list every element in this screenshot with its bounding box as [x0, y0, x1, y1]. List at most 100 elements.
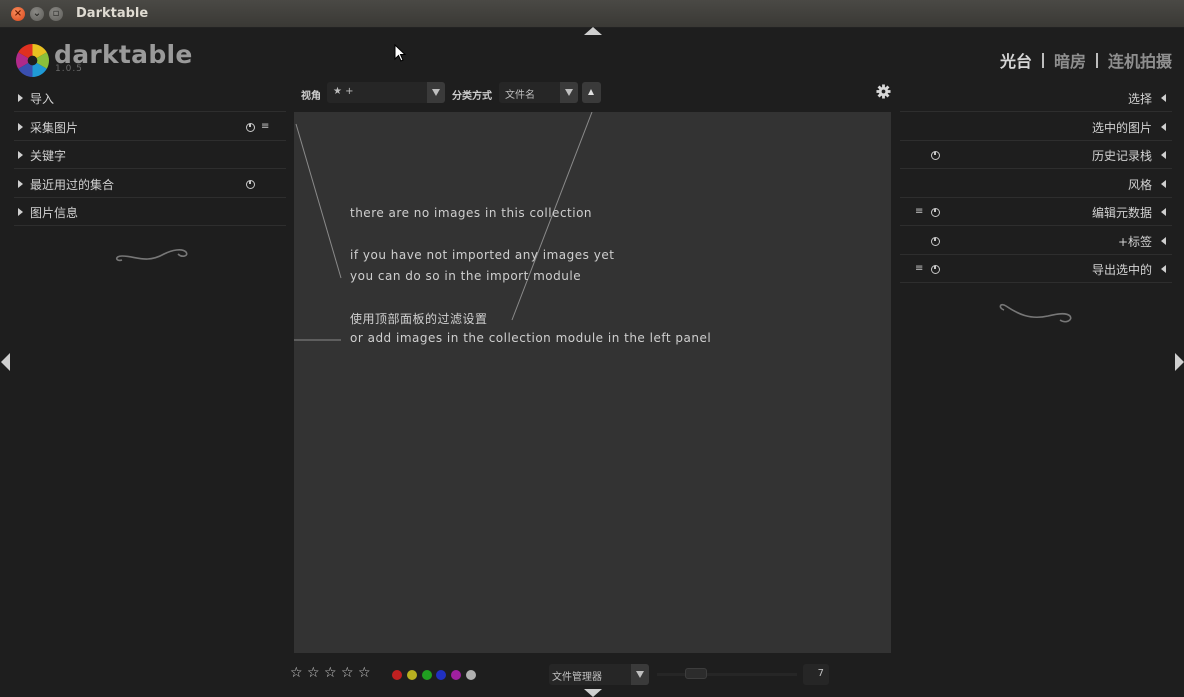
- dropdown-arrow-icon: [427, 82, 445, 103]
- module-label: 采集图片: [30, 121, 79, 135]
- color-label-green-dot[interactable]: [422, 670, 432, 680]
- layout-value: 文件管理器: [552, 672, 602, 683]
- reset-icon[interactable]: [246, 123, 255, 132]
- color-label-clear-dot[interactable]: [466, 670, 476, 680]
- module-label: 选中的图片: [1091, 121, 1152, 135]
- message-line: there are no images in this collection: [350, 206, 593, 220]
- message-line: you can do so in the import module: [350, 269, 582, 283]
- panel-end-flourish-icon: [999, 303, 1072, 323]
- star-rating-icon[interactable]: ☆: [324, 666, 337, 680]
- darktable-logo-icon: [15, 43, 50, 78]
- module-image-information[interactable]: 图片信息: [14, 198, 286, 226]
- message-line: or add images in the collection module i…: [350, 331, 712, 345]
- star-rating-icon[interactable]: ☆: [290, 666, 303, 680]
- view-darkroom-tab[interactable]: 暗房: [1054, 48, 1086, 72]
- module-styles[interactable]: 风格: [900, 170, 1172, 198]
- star-rating-icon[interactable]: ☆: [307, 666, 320, 680]
- reset-icon[interactable]: [931, 237, 940, 246]
- collapse-bottom-panel-arrow-icon[interactable]: [584, 689, 602, 697]
- layout-combobox[interactable]: 文件管理器: [549, 664, 649, 685]
- window-maximize-button[interactable]: ▫: [49, 7, 63, 21]
- expand-triangle-icon: [18, 151, 23, 159]
- expand-triangle-icon: [1161, 208, 1166, 216]
- view-separator: [1041, 52, 1044, 68]
- bottom-toolbar: ☆ ☆ ☆ ☆ ☆ 文件管理器 7: [290, 664, 890, 686]
- expand-triangle-icon: [1161, 94, 1166, 102]
- zoom-slider[interactable]: [657, 673, 797, 676]
- module-metadata-editor[interactable]: ≡ 编辑元数据: [900, 198, 1172, 226]
- module-label: 关键字: [30, 149, 67, 163]
- module-recent-collections[interactable]: 最近用过的集合: [14, 170, 286, 198]
- view-separator: [1095, 52, 1098, 68]
- expand-triangle-icon: [1161, 237, 1166, 245]
- module-history-stack[interactable]: 历史记录栈: [900, 141, 1172, 169]
- view-lighttable-tab[interactable]: 光台: [1000, 48, 1032, 72]
- message-line: 使用顶部面板的过滤设置: [350, 312, 488, 326]
- sort-value: 文件名: [505, 90, 535, 101]
- sort-direction-button[interactable]: [582, 82, 601, 103]
- view-tethering-tab[interactable]: 连机拍摄: [1108, 48, 1172, 72]
- view-switcher: 光台 暗房 连机拍摄: [1000, 48, 1172, 72]
- expand-triangle-icon: [18, 208, 23, 216]
- reset-icon[interactable]: [931, 265, 940, 274]
- module-export-selected[interactable]: ≡ 导出选中的: [900, 255, 1172, 283]
- collapse-left-panel-arrow-icon[interactable]: [1, 353, 10, 371]
- module-tagging-right[interactable]: +标签: [900, 227, 1172, 255]
- dropdown-arrow-icon: [560, 82, 578, 103]
- zoom-slider-handle[interactable]: [685, 668, 707, 679]
- reset-icon[interactable]: [246, 180, 255, 189]
- module-label: 风格: [1127, 178, 1152, 192]
- rating-filter-combobox[interactable]: ★ +: [327, 82, 445, 103]
- presets-icon[interactable]: ≡: [261, 121, 269, 133]
- zoom-entry[interactable]: 7: [803, 664, 829, 685]
- presets-icon[interactable]: ≡: [915, 263, 923, 275]
- sort-combobox[interactable]: 文件名: [499, 82, 578, 103]
- color-label-yellow-dot[interactable]: [407, 670, 417, 680]
- star-rating-icon[interactable]: ☆: [341, 666, 354, 680]
- module-import[interactable]: 导入: [14, 84, 286, 112]
- module-label: 编辑元数据: [1091, 206, 1152, 220]
- collapse-top-panel-arrow-icon[interactable]: [584, 27, 602, 35]
- rating-filter-value: ★ +: [333, 86, 354, 97]
- expand-triangle-icon: [1161, 180, 1166, 188]
- window-minimize-button[interactable]: ⌄: [30, 7, 44, 21]
- star-rating-icon[interactable]: ☆: [358, 666, 371, 680]
- window-title: Darktable: [76, 6, 149, 21]
- module-label: +标签: [1117, 235, 1152, 249]
- reset-icon[interactable]: [931, 208, 940, 217]
- color-label-purple-dot[interactable]: [451, 670, 461, 680]
- hint-lines: [294, 112, 593, 341]
- module-label: 图片信息: [30, 206, 79, 220]
- expand-triangle-icon: [1161, 265, 1166, 273]
- module-select[interactable]: 选择: [900, 84, 1172, 112]
- view-filter-label: 视角: [301, 91, 321, 102]
- color-label-blue-dot[interactable]: [436, 670, 446, 680]
- reset-icon[interactable]: [931, 151, 940, 160]
- module-label: 选择: [1127, 92, 1152, 106]
- module-label: 导出选中的: [1091, 263, 1152, 277]
- panel-end-flourish-icon: [115, 249, 188, 262]
- window-titlebar: × ⌄ ▫ Darktable: [0, 0, 1184, 28]
- module-tagging[interactable]: 关键字: [14, 141, 286, 169]
- expand-triangle-icon: [18, 94, 23, 102]
- sort-label: 分类方式: [452, 91, 492, 102]
- message-line: if you have not imported any images yet: [350, 248, 615, 262]
- module-selected-images[interactable]: 选中的图片: [900, 113, 1172, 141]
- version-label: 1.0.5: [55, 64, 83, 74]
- expand-triangle-icon: [1161, 151, 1166, 159]
- module-label: 导入: [30, 92, 55, 106]
- gear-icon[interactable]: [876, 84, 891, 99]
- top-filter-bar: 视角 ★ + 分类方式 文件名: [294, 80, 894, 106]
- module-label: 最近用过的集合: [30, 178, 115, 192]
- expand-triangle-icon: [18, 123, 23, 131]
- expand-triangle-icon: [1161, 123, 1166, 131]
- collapse-right-panel-arrow-icon[interactable]: [1175, 353, 1184, 371]
- mouse-cursor-icon: [394, 44, 406, 62]
- module-label: 历史记录栈: [1091, 149, 1152, 163]
- window-close-button[interactable]: ×: [11, 7, 25, 21]
- module-collect-images[interactable]: 采集图片 ≡: [14, 113, 286, 141]
- presets-icon[interactable]: ≡: [915, 206, 923, 218]
- color-label-red-dot[interactable]: [392, 670, 402, 680]
- expand-triangle-icon: [18, 180, 23, 188]
- dropdown-arrow-icon: [631, 664, 649, 685]
